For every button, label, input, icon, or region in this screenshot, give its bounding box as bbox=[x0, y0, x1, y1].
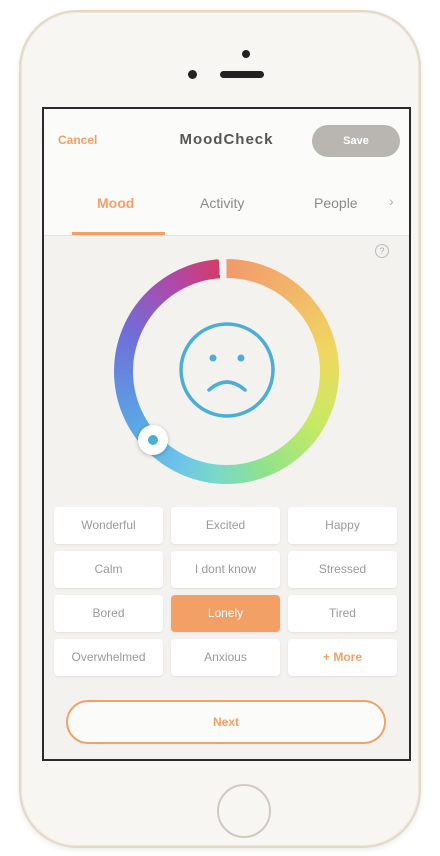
mood-chip-calm[interactable]: Calm bbox=[54, 551, 163, 588]
mood-chip-anxious[interactable]: Anxious bbox=[171, 639, 280, 676]
save-button[interactable]: Save bbox=[312, 125, 400, 157]
mood-chip-wonderful[interactable]: Wonderful bbox=[54, 507, 163, 544]
mood-chip-stressed[interactable]: Stressed bbox=[288, 551, 397, 588]
earpiece-speaker bbox=[220, 71, 264, 78]
mood-chip-bored[interactable]: Bored bbox=[54, 595, 163, 632]
proximity-sensor bbox=[188, 70, 197, 79]
mood-chip-tired[interactable]: Tired bbox=[288, 595, 397, 632]
tab-bar: Mood Activity People › bbox=[44, 171, 409, 236]
tab-activity[interactable]: Activity bbox=[200, 195, 244, 211]
help-icon[interactable]: ? bbox=[375, 244, 389, 258]
mood-slider-handle[interactable] bbox=[138, 425, 168, 455]
active-tab-indicator bbox=[72, 232, 165, 235]
tab-mood[interactable]: Mood bbox=[97, 195, 134, 211]
mood-chip-happy[interactable]: Happy bbox=[288, 507, 397, 544]
mood-chip-overwhelmed[interactable]: Overwhelmed bbox=[54, 639, 163, 676]
next-button[interactable]: Next bbox=[66, 700, 386, 744]
mood-wheel[interactable] bbox=[114, 259, 339, 484]
home-button[interactable] bbox=[217, 784, 271, 838]
sad-face-icon bbox=[179, 322, 275, 418]
mood-chip-i-dont-know[interactable]: I dont know bbox=[171, 551, 280, 588]
chevron-right-icon[interactable]: › bbox=[389, 193, 394, 209]
tab-people[interactable]: People bbox=[314, 195, 358, 211]
mood-chip-lonely[interactable]: Lonely bbox=[171, 595, 280, 632]
navigation-bar: Cancel MoodCheck Save bbox=[44, 109, 409, 172]
front-camera bbox=[242, 50, 250, 58]
mood-slider-dot bbox=[148, 435, 158, 445]
mood-chip-excited[interactable]: Excited bbox=[171, 507, 280, 544]
more-moods-button[interactable]: + More bbox=[288, 639, 397, 676]
app-screen: Cancel MoodCheck Save Mood Activity Peop… bbox=[42, 107, 411, 761]
